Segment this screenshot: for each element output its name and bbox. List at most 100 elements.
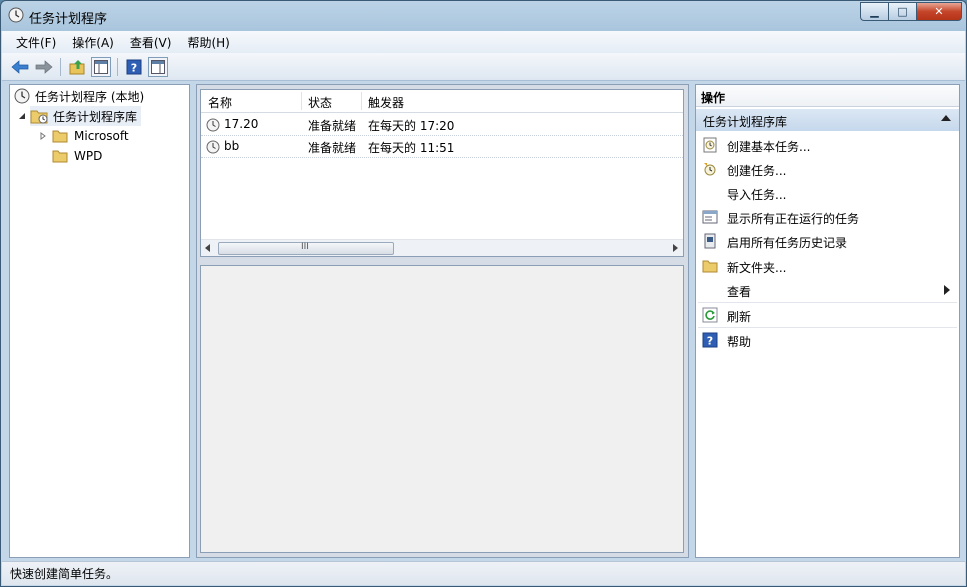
help-icon: ? [702, 332, 718, 348]
tree-item-label: Microsoft [74, 129, 129, 143]
title-bar[interactable]: 任务计划程序 ▁ □ ✕ [1, 1, 966, 31]
action-enable-history[interactable]: 启用所有任务历史记录 [696, 229, 959, 253]
scroll-left-icon[interactable] [205, 244, 211, 252]
scrollbar-thumb[interactable]: III [218, 242, 394, 255]
column-header-status[interactable]: 状态 [308, 94, 332, 111]
action-label: 导入任务... [727, 188, 787, 202]
toolbar: ? [2, 53, 965, 81]
create-basic-task-icon [703, 137, 717, 153]
refresh-icon [702, 307, 718, 323]
action-label: 显示所有正在运行的任务 [727, 212, 860, 226]
collapsed-triangle-icon [40, 132, 46, 140]
actions-section-header[interactable]: 任务计划程序库 [696, 109, 959, 131]
action-view[interactable]: 查看 [696, 278, 959, 302]
column-divider[interactable] [361, 92, 362, 110]
folder-icon [702, 260, 718, 273]
history-icon [704, 233, 716, 249]
expanded-triangle-icon [19, 113, 25, 119]
show-hide-action-pane-icon [151, 59, 165, 74]
task-trigger: 在每天的 17:20 [368, 119, 455, 133]
clock-icon [8, 7, 24, 23]
tree-item-label: 任务计划程序 (本地) [35, 89, 145, 104]
action-create-basic-task[interactable]: 创建基本任务... [696, 133, 959, 157]
action-create-task[interactable]: 创建任务... [696, 157, 959, 181]
tree-expand-library[interactable] [18, 106, 26, 126]
toolbar-separator [60, 57, 61, 76]
folder-icon [52, 150, 68, 163]
tree-item-root[interactable]: 任务计划程序 (本地) [14, 86, 144, 106]
action-label: 启用所有任务历史记录 [727, 236, 848, 250]
maximize-button[interactable]: □ [888, 2, 916, 21]
action-label: 帮助 [727, 335, 752, 349]
tree-expand-microsoft[interactable] [39, 126, 47, 146]
column-header-trigger[interactable]: 触发器 [368, 94, 404, 111]
action-new-folder[interactable]: 新文件夹... [696, 254, 959, 278]
running-tasks-icon [702, 210, 718, 224]
svg-text:?: ? [131, 61, 137, 74]
menu-file[interactable]: 文件(F) [8, 34, 64, 51]
actions-section-title: 任务计划程序库 [703, 115, 788, 129]
task-list: 名称 状态 触发器 17.20 准备就绪 在每天的 17:20 bb 准备就绪 … [200, 89, 684, 257]
action-label: 创建基本任务... [727, 140, 811, 154]
collapse-section-icon[interactable] [941, 115, 951, 121]
task-clock-icon [206, 140, 220, 154]
window-controls: ▁ □ ✕ [860, 2, 962, 22]
tree-item-label: 任务计划程序库 [53, 109, 138, 124]
scroll-right-icon[interactable] [672, 244, 678, 252]
task-clock-icon [206, 118, 220, 132]
action-help[interactable]: ? 帮助 [696, 328, 959, 352]
task-list-header: 名称 状态 触发器 [201, 90, 683, 113]
window-title: 任务计划程序 [29, 12, 108, 27]
task-status: 准备就绪 [308, 119, 357, 133]
back-button[interactable] [10, 57, 30, 77]
forward-arrow-icon [35, 59, 53, 74]
up-button[interactable] [67, 57, 87, 77]
toolbar-separator [117, 57, 118, 76]
menu-help[interactable]: 帮助(H) [179, 34, 237, 51]
task-status: 准备就绪 [308, 141, 357, 155]
scrollbar-grip: III [301, 242, 309, 252]
show-hide-action-pane-button[interactable] [148, 56, 168, 77]
close-button[interactable]: ✕ [916, 2, 962, 21]
tree-item-microsoft[interactable]: Microsoft [52, 126, 129, 146]
folder-icon [52, 130, 68, 143]
console-tree: 任务计划程序 (本地) 任务计划程序库 Microsoft WPD [9, 84, 190, 558]
clock-icon [14, 88, 30, 104]
task-detail-pane [200, 265, 684, 553]
help-icon: ? [126, 59, 142, 74]
task-trigger: 在每天的 11:51 [368, 141, 455, 155]
action-show-running-tasks[interactable]: 显示所有正在运行的任务 [696, 205, 959, 229]
minimize-button[interactable]: ▁ [860, 2, 888, 21]
main-window: 任务计划程序 ▁ □ ✕ 文件(F) 操作(A) 查看(V) 帮助(H) ? 任… [0, 0, 967, 587]
table-row[interactable]: 17.20 准备就绪 在每天的 17:20 [201, 114, 683, 136]
column-divider[interactable] [301, 92, 302, 110]
submenu-arrow-icon [944, 285, 950, 295]
forward-button[interactable] [34, 57, 54, 77]
menu-action[interactable]: 操作(A) [64, 34, 122, 51]
up-folder-icon [69, 59, 85, 74]
show-hide-console-tree-icon [94, 59, 108, 74]
show-hide-console-tree-button[interactable] [91, 56, 111, 77]
create-task-icon [704, 163, 716, 176]
action-label: 创建任务... [727, 164, 787, 178]
horizontal-scrollbar[interactable]: III [201, 239, 683, 256]
svg-text:?: ? [707, 335, 713, 348]
back-arrow-icon [11, 59, 29, 74]
table-row[interactable]: bb 准备就绪 在每天的 11:51 [201, 136, 683, 158]
status-bar: 快速创建简单任务。 [2, 561, 965, 585]
action-refresh[interactable]: 刷新 [696, 303, 959, 327]
task-library-folder-icon [30, 110, 48, 124]
tree-item-library[interactable]: 任务计划程序库 [30, 106, 142, 126]
column-header-name[interactable]: 名称 [208, 94, 232, 111]
action-import-task[interactable]: 导入任务... [696, 181, 959, 205]
center-pane: 名称 状态 触发器 17.20 准备就绪 在每天的 17:20 bb 准备就绪 … [196, 84, 689, 558]
action-label: 查看 [727, 285, 752, 299]
menu-bar: 文件(F) 操作(A) 查看(V) 帮助(H) [2, 31, 965, 53]
tree-item-label: WPD [74, 149, 103, 163]
menu-view[interactable]: 查看(V) [122, 34, 180, 51]
actions-pane: 操作 任务计划程序库 创建基本任务... 创建任务... 导入任务... 显示所… [695, 84, 960, 558]
tree-item-wpd[interactable]: WPD [52, 146, 102, 166]
help-button[interactable]: ? [124, 57, 144, 77]
actions-header: 操作 [696, 85, 959, 107]
action-label: 刷新 [727, 310, 752, 324]
